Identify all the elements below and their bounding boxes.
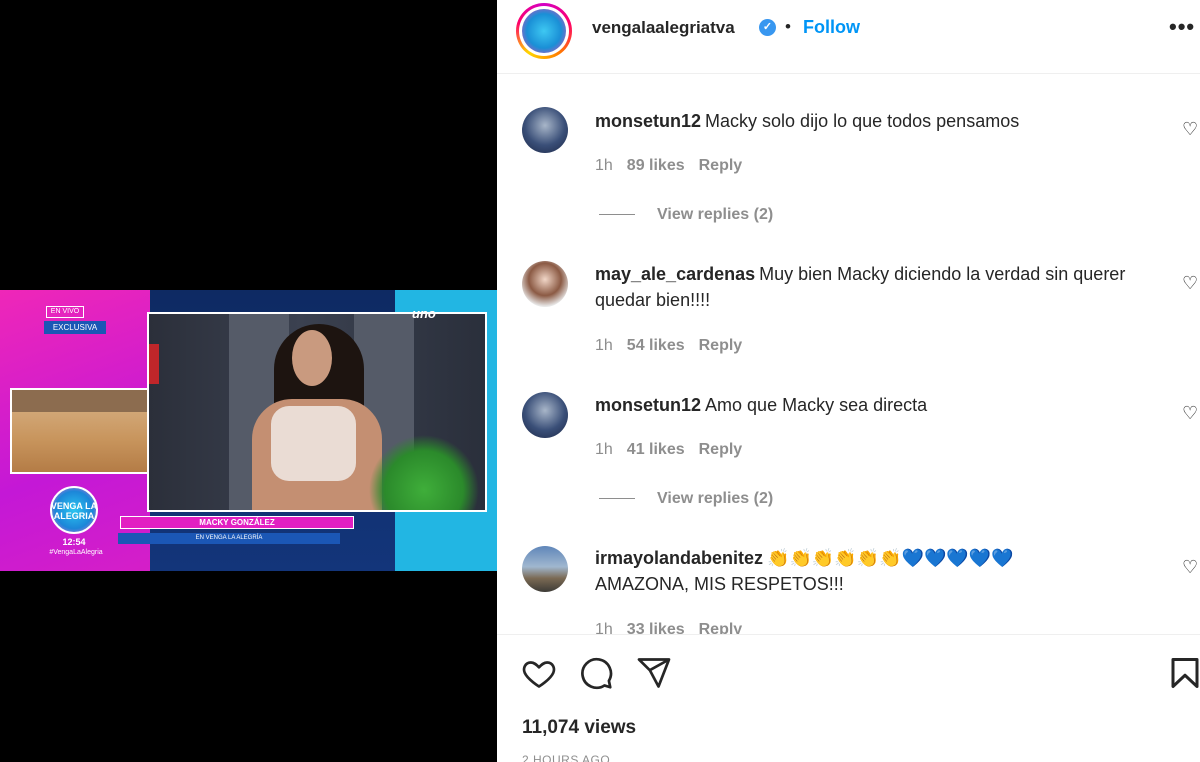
name-lower-third: MACKY GONZÁLEZ xyxy=(120,516,354,529)
exclusive-badge: EXCLUSIVA xyxy=(44,321,106,334)
comment-text: AMAZONA, MIS RESPETOS!!! xyxy=(595,574,844,594)
like-heart-icon[interactable] xyxy=(521,655,557,691)
subtitle-lower-third: EN VENGA LA ALEGRÍA xyxy=(118,533,340,544)
comment-avatar[interactable] xyxy=(522,107,568,153)
comment-time[interactable]: 1h xyxy=(595,621,613,634)
channel-logo: uno xyxy=(412,306,436,321)
comment-username[interactable]: monsetun12 xyxy=(595,395,701,415)
post-timestamp[interactable]: 2 HOURS AGO xyxy=(522,753,610,762)
blue-heart-emoji-icon: 💙💙💙💙💙 xyxy=(901,548,1014,568)
clap-emoji-icon: 👏👏👏👏👏👏 xyxy=(767,548,902,568)
comment-like-heart-icon[interactable]: ♡ xyxy=(1182,557,1198,578)
comment-time[interactable]: 1h xyxy=(595,157,613,174)
save-bookmark-icon[interactable] xyxy=(1167,655,1200,691)
comment-username[interactable]: irmayolandabenitez xyxy=(595,548,763,568)
comment-avatar[interactable] xyxy=(522,261,568,307)
clock: 12:54 xyxy=(62,537,86,547)
plant xyxy=(369,434,479,510)
post-header: vengalaalegriatva ✓ • Follow ••• xyxy=(497,0,1200,74)
media-viewer[interactable]: EN VIVO EXCLUSIVA VENGA LA ALEGRIA 12:54… xyxy=(0,0,497,762)
comment-username[interactable]: may_ale_cardenas xyxy=(595,264,755,284)
reply-button[interactable]: Reply xyxy=(699,621,743,634)
comment-username[interactable]: monsetun12 xyxy=(595,111,701,131)
account-username[interactable]: vengalaalegriatva xyxy=(592,18,735,38)
comment-like-heart-icon[interactable]: ♡ xyxy=(1182,119,1198,140)
account-avatar[interactable] xyxy=(516,3,572,59)
video-player[interactable]: EN VIVO EXCLUSIVA VENGA LA ALEGRIA 12:54… xyxy=(0,290,497,571)
comment-likes[interactable]: 89 likes xyxy=(627,157,685,174)
post-panel: vengalaalegriatva ✓ • Follow ••• monsetu… xyxy=(497,0,1200,762)
views-count[interactable]: 11,074 views xyxy=(522,717,636,739)
comment-likes[interactable]: 41 likes xyxy=(627,441,685,458)
comment-avatar[interactable] xyxy=(522,546,568,592)
follow-button[interactable]: Follow xyxy=(803,17,860,38)
separator-dot: • xyxy=(785,17,791,36)
show-logo-text: VENGA LA ALEGRIA xyxy=(50,501,98,521)
comment-time[interactable]: 1h xyxy=(595,337,613,354)
hashtag: #VengaLaAlegria xyxy=(49,549,103,556)
comment-bubble-icon[interactable] xyxy=(578,655,614,691)
comments-list[interactable]: monsetun12 Macky solo dijo lo que todos p… xyxy=(497,75,1200,634)
comment-time[interactable]: 1h xyxy=(595,441,613,458)
comment-like-heart-icon[interactable]: ♡ xyxy=(1182,273,1198,294)
comment-likes[interactable]: 54 likes xyxy=(627,337,685,354)
comment-text: Macky solo dijo lo que todos pensamos xyxy=(705,111,1020,131)
share-send-icon[interactable] xyxy=(636,655,672,691)
comment-avatar[interactable] xyxy=(522,392,568,438)
post-actions: 11,074 views 2 HOURS AGO xyxy=(497,634,1200,762)
more-options-icon[interactable]: ••• xyxy=(1169,14,1195,40)
comment-like-heart-icon[interactable]: ♡ xyxy=(1182,403,1198,424)
reply-button[interactable]: Reply xyxy=(699,337,743,354)
reply-button[interactable]: Reply xyxy=(699,157,743,174)
view-replies-button[interactable]: View replies (2) xyxy=(599,206,773,224)
verified-badge-icon: ✓ xyxy=(759,19,776,36)
comment-text: Amo que Macky sea directa xyxy=(705,395,928,415)
live-badge: EN VIVO xyxy=(46,306,84,318)
comment-likes[interactable]: 33 likes xyxy=(627,621,685,634)
inset-video-thumbnail xyxy=(10,388,160,474)
studio-frame xyxy=(147,312,487,512)
view-replies-button[interactable]: View replies (2) xyxy=(599,490,773,508)
reply-button[interactable]: Reply xyxy=(699,441,743,458)
